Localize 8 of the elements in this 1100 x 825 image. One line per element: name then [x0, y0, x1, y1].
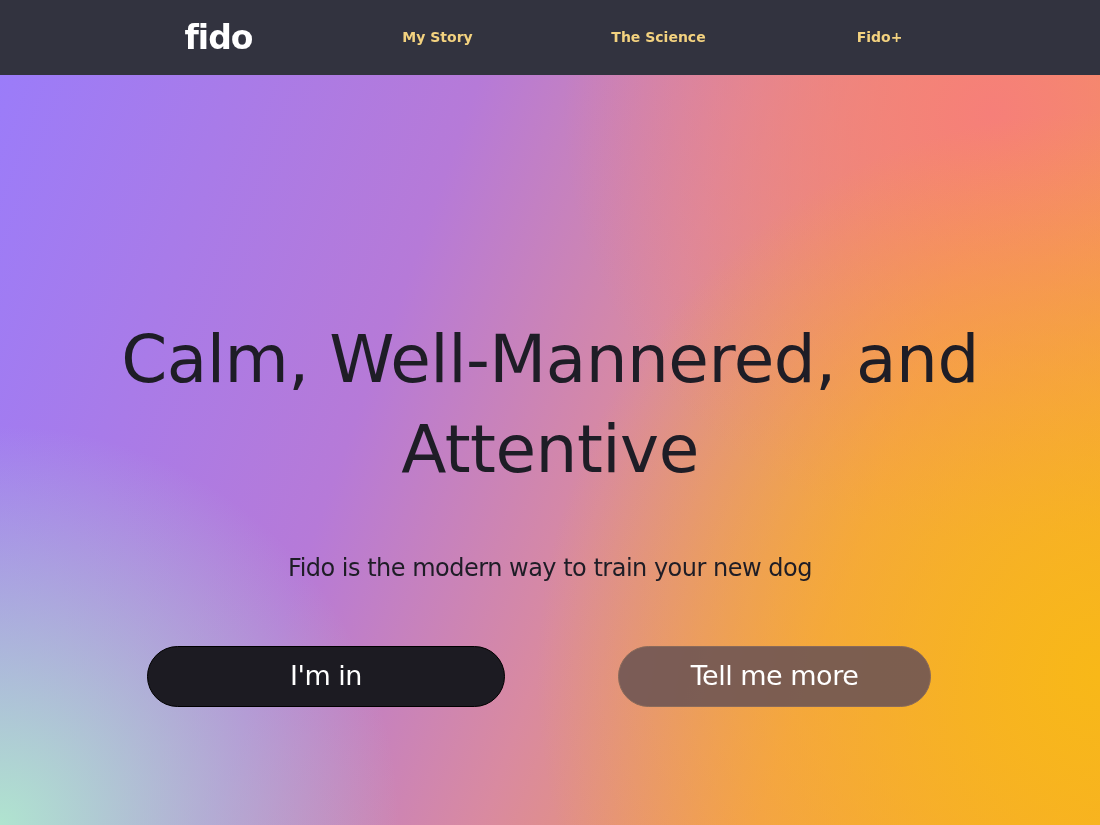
fido-logo[interactable]: fido	[184, 12, 253, 63]
nav-link[interactable]: The Science	[548, 27, 769, 48]
hero-heading: Calm, Well-Mannered, and Attentive	[120, 320, 980, 490]
nav-link[interactable]: Fido+	[769, 27, 990, 48]
hero-button[interactable]: I'm in	[147, 646, 505, 707]
hero-subtitle: Fido is the modern way to train your new dog	[288, 553, 812, 584]
hero-button[interactable]: Tell me more	[618, 646, 931, 707]
nav-link[interactable]: My Story	[327, 27, 548, 48]
